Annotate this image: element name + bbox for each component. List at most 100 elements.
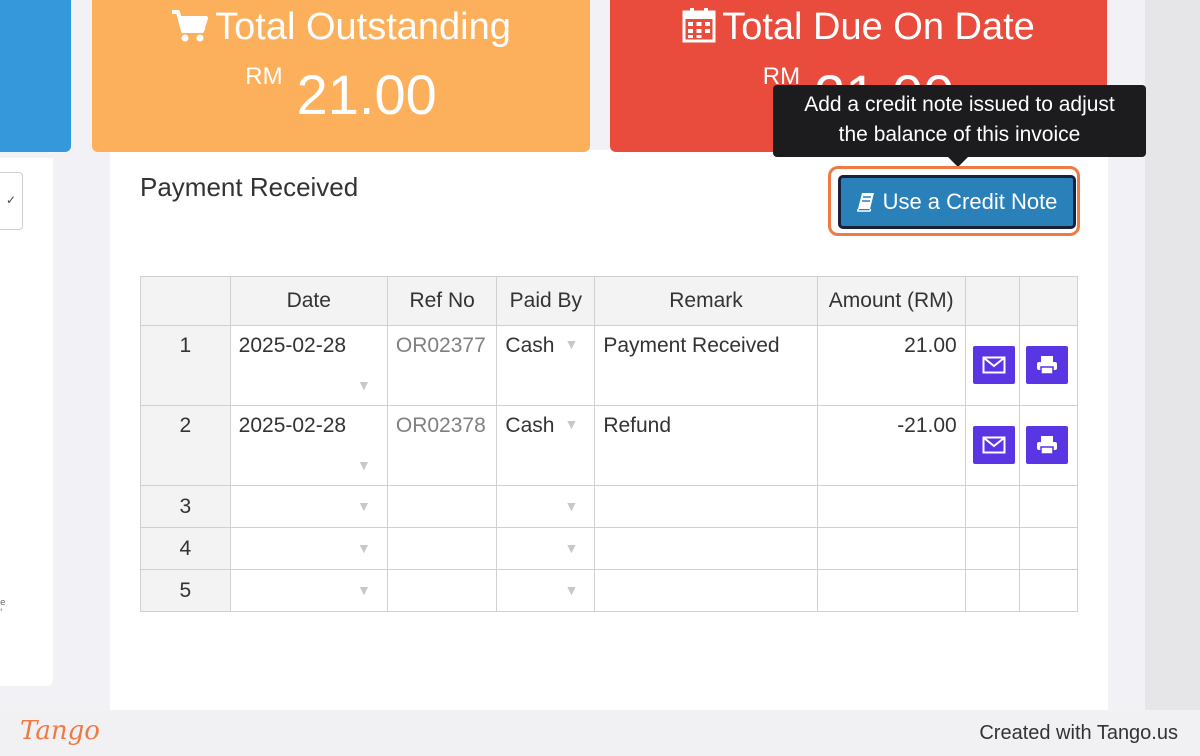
- remark-cell[interactable]: [594, 485, 818, 528]
- column-header-ref-no: Ref No: [386, 276, 498, 326]
- amount-cell[interactable]: -21.00: [816, 405, 966, 486]
- footer-bar: Tango Created with Tango.us: [0, 710, 1200, 756]
- table-row: 1 2025-02-28 ▼ OR02377 Cash ▼ Payment Rece…: [140, 325, 1078, 406]
- payments-table: Date Ref No Paid By Remark Amount (RM) 1…: [140, 276, 1078, 612]
- table-header-row: Date Ref No Paid By Remark Amount (RM): [140, 276, 1078, 326]
- column-header-amount: Amount (RM): [816, 276, 966, 326]
- date-cell[interactable]: ▼: [229, 485, 388, 528]
- tango-logo: Tango: [20, 716, 100, 746]
- tooltip-line-2: the balance of this invoice: [838, 123, 1081, 146]
- ref-no-cell: [386, 569, 498, 612]
- printer-icon: [1037, 436, 1058, 455]
- right-gutter: [1145, 0, 1200, 710]
- remark-cell[interactable]: [594, 527, 818, 570]
- envelope-icon: [982, 356, 1006, 374]
- email-button[interactable]: [972, 426, 1015, 464]
- dropdown-caret-icon: ▼: [564, 498, 579, 514]
- date-value: 2025-02-28: [238, 414, 347, 437]
- email-action-cell: [964, 405, 1021, 486]
- dropdown-caret-icon: ▼: [564, 582, 579, 598]
- envelope-icon: [982, 436, 1006, 454]
- ref-no-cell: [386, 527, 498, 570]
- dropdown-caret-icon: ▼: [564, 336, 579, 352]
- print-action-cell: [1019, 485, 1078, 528]
- print-button[interactable]: [1026, 426, 1069, 464]
- table-row: 2 2025-02-28 ▼ OR02378 Cash ▼ Refund -21.0…: [140, 405, 1078, 486]
- paid-by-value: Cash: [505, 414, 555, 437]
- amount-cell[interactable]: [816, 527, 966, 570]
- printer-icon: [1037, 356, 1058, 375]
- print-action-cell: [1019, 569, 1078, 612]
- dropdown-caret-icon: ▼: [357, 582, 371, 598]
- column-header-print: [1019, 276, 1078, 326]
- left-partial-text: e ': [0, 598, 6, 618]
- amount-cell[interactable]: [816, 569, 966, 612]
- left-partial-card: [0, 0, 71, 152]
- paid-by-cell[interactable]: Cash ▼: [496, 405, 596, 486]
- email-action-cell: [964, 325, 1021, 406]
- date-cell[interactable]: 2025-02-28 ▼: [229, 325, 388, 406]
- remark-cell[interactable]: Refund: [594, 405, 818, 486]
- remark-cell[interactable]: Payment Received: [594, 325, 818, 406]
- date-cell[interactable]: ▼: [229, 527, 388, 570]
- column-header-remark: Remark: [594, 276, 818, 326]
- total-outstanding-amount: 21.00: [296, 63, 437, 126]
- left-partial-panel: [0, 158, 53, 686]
- ref-no-cell: [386, 485, 498, 528]
- table-row: 3 ▼ ▼: [140, 485, 1078, 528]
- dropdown-caret-icon: ▼: [357, 540, 371, 556]
- table-row: 4 ▼ ▼: [140, 527, 1078, 570]
- total-due-title: Total Due On Date: [722, 6, 1035, 48]
- paid-by-cell[interactable]: Cash ▼: [496, 325, 596, 406]
- print-button[interactable]: [1026, 346, 1069, 384]
- paid-by-cell[interactable]: ▼: [496, 527, 596, 570]
- use-credit-note-button[interactable]: Use a Credit Note: [838, 175, 1076, 229]
- paid-by-value: Cash: [505, 334, 555, 357]
- total-outstanding-currency: RM: [245, 63, 283, 90]
- column-header-date: Date: [229, 276, 388, 326]
- dropdown-caret-icon: ▼: [357, 377, 371, 393]
- section-title: Payment Received: [140, 172, 359, 202]
- paid-by-cell[interactable]: ▼: [496, 485, 596, 528]
- row-number: 4: [140, 527, 231, 570]
- book-icon: [856, 193, 874, 212]
- footer-credit: Created with Tango.us: [979, 722, 1178, 744]
- total-outstanding-card: Total Outstanding RM 21.00: [92, 0, 590, 152]
- print-action-cell: [1019, 405, 1078, 486]
- amount-cell[interactable]: 21.00: [816, 325, 966, 406]
- ref-no-cell: OR02378: [386, 405, 498, 486]
- calendar-icon: [682, 8, 716, 43]
- row-number: 2: [140, 405, 231, 486]
- column-header-index: [140, 276, 231, 326]
- payments-table-container: Date Ref No Paid By Remark Amount (RM) 1…: [140, 276, 1078, 614]
- column-header-email: [964, 276, 1021, 326]
- date-value: 2025-02-28: [238, 334, 347, 357]
- dropdown-caret-icon: ▼: [357, 498, 371, 514]
- total-outstanding-title: Total Outstanding: [215, 6, 511, 48]
- dropdown-caret-icon: ▼: [357, 457, 371, 473]
- app-screen: ✓ e ' Total Outstanding RM 21.00 Total D…: [0, 0, 1200, 756]
- email-action-cell: [964, 569, 1021, 612]
- ref-no-cell: OR02377: [386, 325, 498, 406]
- shopping-cart-icon: [172, 10, 209, 42]
- credit-note-tooltip: Add a credit note issued to adjust the b…: [773, 85, 1146, 167]
- email-action-cell: [964, 485, 1021, 528]
- use-credit-note-label: Use a Credit Note: [882, 189, 1058, 214]
- amount-cell[interactable]: [816, 485, 966, 528]
- row-number: 5: [140, 569, 231, 612]
- print-action-cell: [1019, 325, 1078, 406]
- column-header-paid-by: Paid By: [496, 276, 596, 326]
- row-number: 1: [140, 325, 231, 406]
- row-number: 3: [140, 485, 231, 528]
- chevron-down-icon: ✓: [5, 193, 16, 207]
- left-partial-dropdown[interactable]: ✓: [0, 172, 23, 230]
- email-action-cell: [964, 527, 1021, 570]
- dropdown-caret-icon: ▼: [564, 416, 579, 432]
- remark-cell[interactable]: [594, 569, 818, 612]
- email-button[interactable]: [972, 346, 1015, 384]
- date-cell[interactable]: ▼: [229, 569, 388, 612]
- date-cell[interactable]: 2025-02-28 ▼: [229, 405, 388, 486]
- print-action-cell: [1019, 527, 1078, 570]
- paid-by-cell[interactable]: ▼: [496, 569, 596, 612]
- dropdown-caret-icon: ▼: [564, 540, 579, 556]
